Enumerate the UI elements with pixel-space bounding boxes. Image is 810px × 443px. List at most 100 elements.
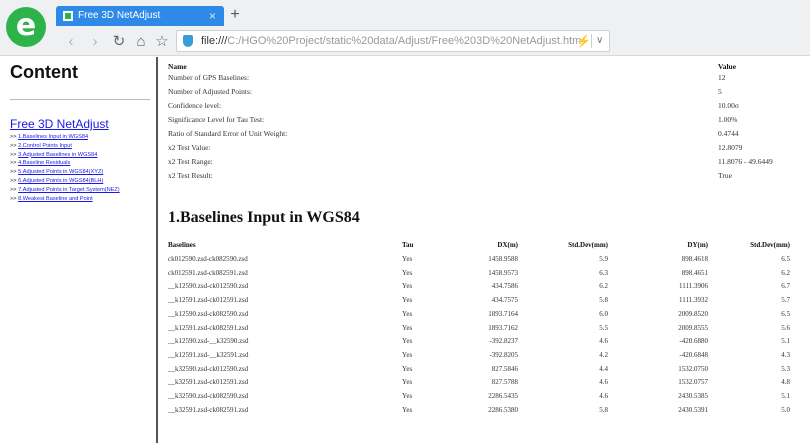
new-tab-button[interactable]: + [226, 6, 244, 24]
summary-value: 11.8076 - 49.6449 [718, 157, 773, 166]
dx-cell: 1893.7164 [488, 309, 518, 318]
header-dy: DY(m) [687, 241, 708, 249]
toc-link[interactable]: 4.Baseline Residuals [18, 160, 70, 166]
summary-header-value: Value [718, 62, 737, 71]
dy-stddev-cell: 4.3 [781, 350, 790, 359]
baseline-cell: __k12591.zsd-__k32591.zsd [168, 350, 249, 359]
baseline-cell: ck012591.zsd-ck082591.zsd [168, 268, 248, 277]
header-baselines: Baselines [168, 241, 196, 249]
dy-cell: 1111.3906 [679, 282, 708, 291]
bolt-icon[interactable]: ⚡ [576, 33, 591, 49]
tau-cell: Yes [402, 364, 413, 373]
baseline-cell: __k32590.zsd-ck012590.zsd [168, 364, 249, 373]
page-favicon-icon [63, 11, 73, 21]
section-title: 1.Baselines Input in WGS84 [168, 209, 360, 226]
summary-row: Number of Adjusted Points: 5 [168, 86, 798, 97]
address-bar[interactable]: file:///C:/HGO%20Project/static%20data/A… [176, 30, 610, 52]
header-dx-stddev: Std.Dev(mm) [568, 241, 608, 249]
tau-cell: Yes [402, 296, 413, 305]
summary-name: Significance Level for Tau Test: [168, 115, 265, 124]
baseline-cell: __k12590.zsd-ck012590.zsd [168, 282, 249, 291]
dy-stddev-cell: 6.5 [781, 309, 790, 318]
dx-stddev-cell: 5.8 [599, 296, 608, 305]
summary-value: True [718, 171, 732, 180]
baseline-cell: __k12590.zsd-ck082590.zsd [168, 309, 249, 318]
sidebar-heading: Content [10, 62, 78, 82]
toc-link[interactable]: 8.Weakest Baseline and Point [18, 196, 93, 202]
toc-item: >> 3.Adjusted Baselines in WGS84 [10, 151, 152, 160]
baseline-cell: __k12590.zsd-__k32590.zsd [168, 337, 249, 346]
dx-cell: 2286.5380 [488, 405, 518, 414]
browser-tab[interactable]: Free 3D NetAdjust × [56, 6, 224, 26]
dy-cell: 2009.8555 [678, 323, 708, 332]
chevron-down-icon[interactable]: ∨ [596, 31, 603, 51]
dy-stddev-cell: 5.3 [781, 364, 790, 373]
dx-stddev-cell: 4.2 [599, 350, 608, 359]
back-button[interactable]: ‹ [62, 33, 80, 51]
toc-item: >> 5.Adjusted Points in WGS84(XYZ) [10, 168, 152, 177]
toc-link[interactable]: 3.Adjusted Baselines in WGS84 [18, 152, 97, 158]
summary-name: x2 Test Result: [168, 171, 213, 180]
dy-stddev-cell: 5.7 [781, 296, 790, 305]
dx-stddev-cell: 6.0 [599, 309, 608, 318]
dy-stddev-cell: 6.2 [781, 268, 790, 277]
forward-button[interactable]: › [86, 33, 104, 51]
dx-stddev-cell: 4.4 [599, 364, 608, 373]
toc-link[interactable]: 6.Adjusted Points in WGS84(BLH) [18, 178, 103, 184]
dx-cell: 1893.7162 [488, 323, 518, 332]
table-row: __k12591.zsd-ck082591.zsd Yes 1893.7162 5.5… [168, 322, 798, 336]
summary-name: Confidence level: [168, 101, 222, 110]
toc-link[interactable]: 5.Adjusted Points in WGS84(XYZ) [18, 169, 103, 175]
dx-stddev-cell: 5.5 [599, 323, 608, 332]
summary-name: x2 Test Range: [168, 157, 213, 166]
summary-row: Significance Level for Tau Test: 1.00% [168, 114, 798, 125]
reload-button[interactable]: ↻ [110, 33, 128, 51]
summary-row: x2 Test Range: 11.8076 - 49.6449 [168, 156, 798, 167]
baseline-cell: __k32591.zsd-ck012591.zsd [168, 378, 249, 387]
dx-stddev-cell: 6.2 [599, 282, 608, 291]
toc-link[interactable]: 1.Baselines Input in WGS84 [18, 134, 88, 140]
dy-stddev-cell: 6.5 [781, 255, 790, 263]
dy-stddev-cell: 4.8 [781, 378, 790, 387]
toc-item: >> 2.Control Points Input [10, 142, 152, 151]
dx-stddev-cell: 4.6 [599, 378, 608, 387]
tau-cell: Yes [402, 255, 413, 263]
table-row: __k32591.zsd-ck012591.zsd Yes 827.5788 4.6 1… [168, 376, 798, 390]
dx-cell: -392.8205 [489, 350, 518, 359]
tab-close-icon[interactable]: × [209, 6, 216, 26]
toc-prefix: >> [10, 177, 19, 184]
sidebar-divider [10, 99, 150, 100]
header-dx: DX(m) [497, 241, 518, 249]
table-row: __k32590.zsd-ck082590.zsd Yes 2286.5435 4.6… [168, 390, 798, 404]
summary-row: Confidence level: 10.00σ [168, 100, 798, 111]
dx-cell: 1458.9588 [488, 255, 518, 263]
dx-cell: 827.5788 [491, 378, 518, 387]
dy-cell: 2430.5385 [678, 392, 708, 400]
address-separator [591, 34, 592, 48]
report-content: Name Value Number of GPS Baselines: 12 Num… [160, 57, 810, 443]
summary-name: Ratio of Standard Error of Unit Weight: [168, 129, 288, 138]
summary-value: 10.00σ [718, 101, 739, 110]
dy-stddev-cell: 5.1 [781, 337, 790, 346]
table-header: Baselines Tau DX(m) Std.Dev(mm) DY(m) Std.Dev… [168, 239, 798, 253]
browser-logo-icon: e [6, 7, 46, 47]
dy-cell: 2009.8520 [678, 309, 708, 318]
favorite-button[interactable]: ☆ [153, 33, 171, 51]
url-text[interactable]: file:///C:/HGO%20Project/static%20data/A… [201, 31, 581, 51]
toc-link[interactable]: 7.Adjusted Points in Target System(NEZ) [18, 187, 120, 193]
dy-cell: 2430.5391 [678, 405, 708, 414]
project-link[interactable]: Free 3D NetAdjust [10, 117, 109, 131]
home-button[interactable]: ⌂ [132, 33, 150, 51]
toc-prefix: >> [10, 142, 19, 149]
summary-name: x2 Test Value: [168, 143, 211, 152]
tau-cell: Yes [402, 337, 413, 346]
tab-title: Free 3D NetAdjust [78, 10, 161, 21]
table-row: __k32591.zsd-ck082591.zsd Yes 2286.5380 5.8… [168, 404, 798, 418]
summary-value: 5 [718, 87, 722, 96]
dx-cell: 434.7575 [491, 296, 518, 305]
table-row: __k12591.zsd-ck012591.zsd Yes 434.7575 5.8 1… [168, 294, 798, 308]
tau-cell: Yes [402, 392, 413, 400]
table-row: ck012590.zsd-ck082590.zsd Yes 1458.9588 5.9… [168, 253, 798, 267]
toc-link[interactable]: 2.Control Points Input [18, 143, 72, 149]
baseline-cell: __k32590.zsd-ck082590.zsd [168, 392, 249, 400]
